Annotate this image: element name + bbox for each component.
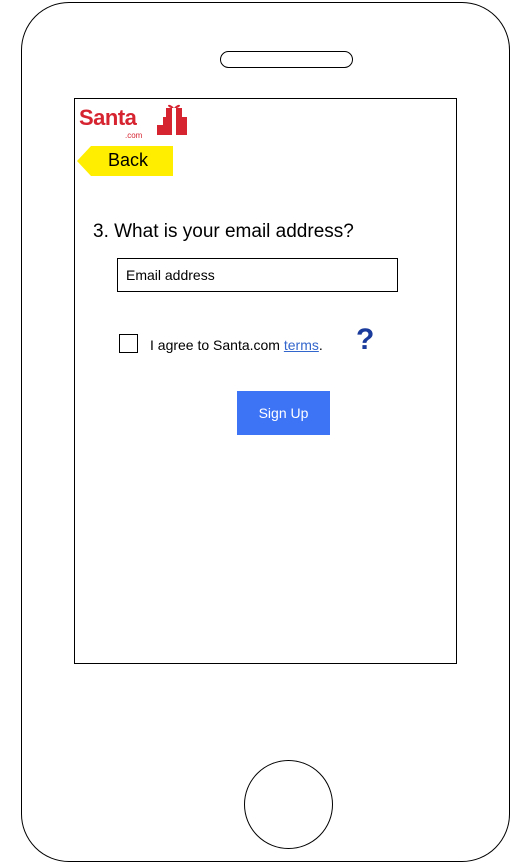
agree-checkbox[interactable] — [119, 334, 138, 353]
santa-logo: Santa .com — [79, 103, 199, 143]
sign-up-button[interactable]: Sign Up — [237, 391, 330, 435]
question-mark-icon[interactable]: ? — [356, 323, 374, 357]
gift-stack-icon — [157, 104, 187, 135]
back-button-label: Back — [108, 150, 149, 170]
agree-suffix: . — [318, 337, 323, 353]
email-input[interactable] — [117, 258, 398, 292]
terms-agreement-row: I agree to Santa.com terms. ? — [119, 323, 419, 361]
terms-link[interactable]: terms — [284, 337, 319, 353]
logo-brand-text: Santa — [79, 105, 137, 130]
app-screen: Santa .com Back 3. What is your email ad… — [74, 98, 457, 664]
phone-speaker — [220, 51, 353, 68]
agree-prefix: I agree to Santa.com — [150, 337, 284, 353]
logo-suffix-text: .com — [125, 131, 143, 140]
phone-home-button[interactable] — [244, 760, 333, 849]
email-question: 3. What is your email address? — [93, 221, 354, 242]
agree-text: I agree to Santa.com terms. — [150, 337, 323, 353]
back-button[interactable]: Back — [77, 145, 173, 177]
